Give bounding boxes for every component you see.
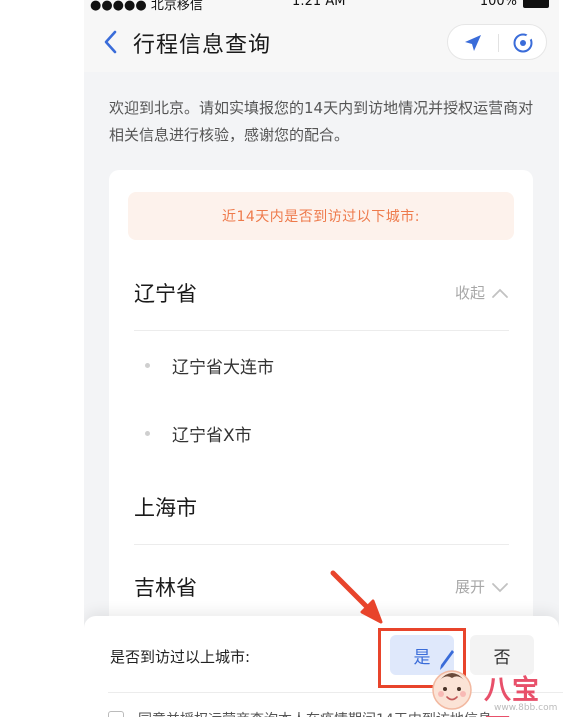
collapse-toggle[interactable]: 收起 [455, 282, 509, 303]
nav-bar: 行程信息查询 [84, 12, 559, 72]
question-label: 是否到访过以上城市: [110, 648, 251, 666]
city-item: 辽宁省X市 [145, 421, 252, 446]
chevron-left-icon [104, 30, 117, 54]
row-divider [134, 330, 509, 331]
bullet-icon [145, 431, 150, 436]
province-row-jilin[interactable]: 吉林省 展开 [134, 553, 509, 623]
watermark-url: www.8bb.com [494, 703, 558, 713]
city-name: 辽宁省X市 [172, 426, 252, 446]
location-arrow-icon [465, 35, 481, 51]
province-row-liaoning[interactable]: 辽宁省 收起 [134, 258, 509, 328]
chevron-up-icon [492, 288, 508, 298]
battery-icon [523, 0, 549, 8]
location-button[interactable] [448, 25, 498, 61]
status-time: 1:21 AM [292, 0, 346, 9]
intro-text: 欢迎到北京。请如实填报您的14天内到访地情况并授权运营商对相关信息进行核验，感谢… [109, 99, 534, 144]
province-name: 吉林省 [134, 576, 197, 600]
province-name: 辽宁省 [134, 282, 197, 306]
toggle-label: 展开 [454, 578, 485, 596]
bullet-icon [145, 363, 150, 368]
toggle-label: 收起 [454, 284, 485, 302]
status-bar: ●●●●● 北京移信 1:21 AM 100% [84, 0, 559, 12]
expand-toggle[interactable]: 展开 [455, 576, 509, 597]
carrier-label: ●●●●● 北京移信 [90, 0, 203, 12]
province-row-shanghai[interactable]: 上海市 [134, 472, 509, 542]
mini-program-capsule [447, 24, 547, 60]
close-miniprogram-button[interactable] [498, 25, 548, 61]
city-list-card: 近14天内是否到访过以下城市: 辽宁省 收起 辽宁省大连市 辽宁省X市 上海市 … [109, 170, 533, 640]
city-name: 辽宁省大连市 [172, 358, 274, 378]
city-item: 辽宁省大连市 [145, 353, 274, 378]
back-button[interactable] [100, 28, 124, 56]
province-name: 上海市 [134, 496, 197, 520]
phone-screen: ●●●●● 北京移信 1:21 AM 100% 行程信息查询 欢迎到北京。请如实… [84, 0, 559, 717]
baby-face-logo-icon [432, 670, 472, 710]
target-close-icon [513, 33, 533, 53]
page-title: 行程信息查询 [133, 33, 272, 58]
chevron-down-icon [492, 582, 508, 592]
watermark: 八宝网 www.8bb.com [428, 664, 563, 717]
battery-status: 100% [480, 0, 549, 9]
notice-banner: 近14天内是否到访过以下城市: [128, 192, 514, 240]
consent-checkbox[interactable] [108, 711, 124, 717]
battery-percent: 100% [479, 0, 517, 9]
row-divider [134, 544, 509, 545]
